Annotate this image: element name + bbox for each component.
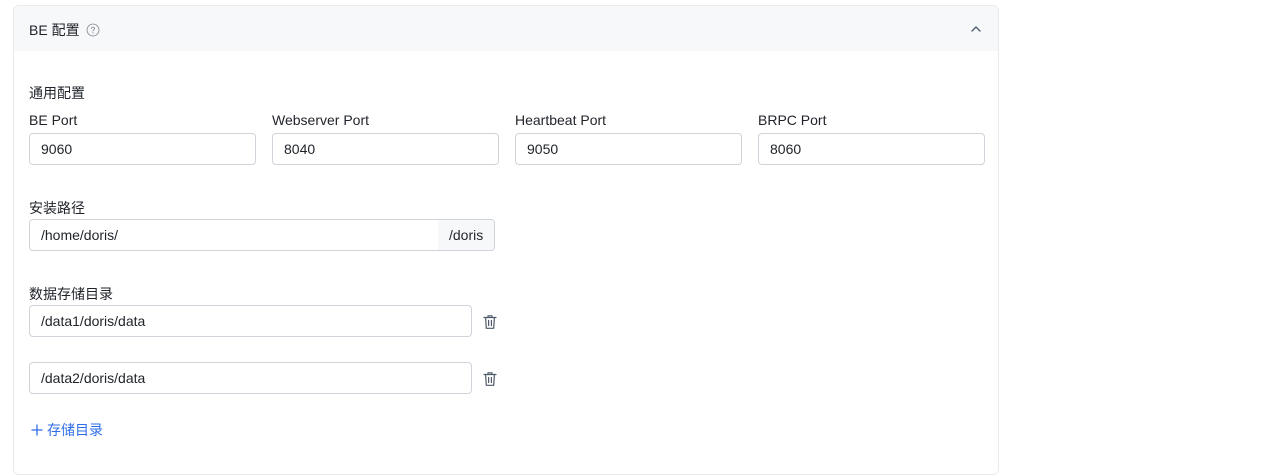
panel-title: BE 配置: [29, 22, 80, 38]
data-dir-input-1[interactable]: [29, 305, 472, 337]
general-config-title: 通用配置: [29, 85, 85, 101]
trash-icon[interactable]: [483, 314, 497, 330]
add-data-dir-label: 存储目录: [47, 422, 103, 438]
install-path-suffix: /doris: [438, 219, 496, 251]
add-data-dir-button[interactable]: 存储目录: [31, 420, 103, 440]
plus-icon: [31, 424, 43, 436]
brpc-port-label: BRPC Port: [758, 112, 827, 128]
panel-header[interactable]: BE 配置: [14, 6, 998, 51]
brpc-port-input[interactable]: [758, 133, 985, 165]
install-path-input[interactable]: [29, 219, 439, 251]
heartbeat-port-label: Heartbeat Port: [515, 112, 607, 128]
heartbeat-port-input[interactable]: [515, 133, 742, 165]
install-path-label: 安装路径: [29, 200, 85, 216]
panel-title-group: BE 配置: [29, 20, 100, 40]
data-dir-label: 数据存储目录: [29, 286, 113, 302]
be-port-label: BE Port: [29, 112, 78, 128]
question-circle-icon[interactable]: [86, 23, 100, 37]
trash-icon[interactable]: [483, 371, 497, 387]
webserver-port-label: Webserver Port: [272, 112, 369, 128]
be-config-panel: BE 配置 通用配置 BE Port Webserver Port Heartb…: [13, 5, 999, 475]
chevron-up-icon[interactable]: [970, 23, 982, 35]
be-port-input[interactable]: [29, 133, 256, 165]
webserver-port-input[interactable]: [272, 133, 499, 165]
data-dir-input-2[interactable]: [29, 362, 472, 394]
